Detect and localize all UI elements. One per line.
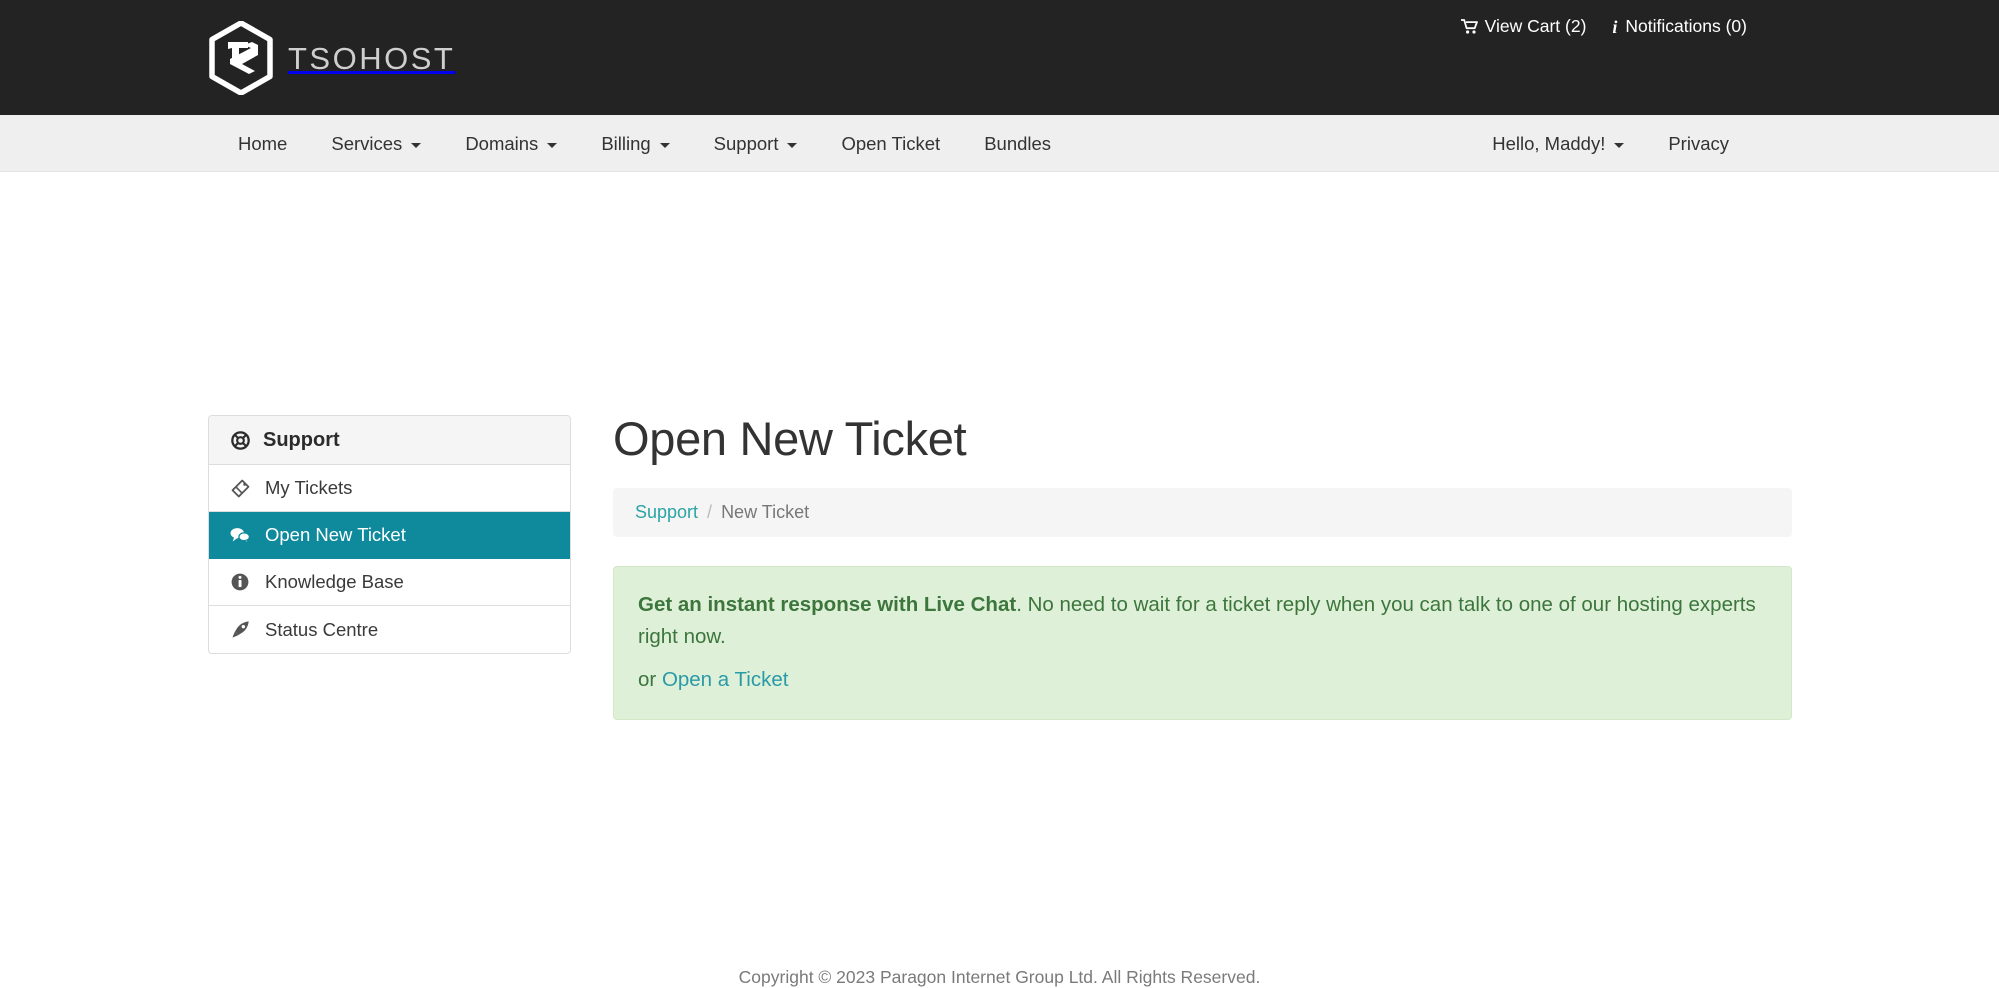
nav-item-account-menu[interactable]: Hello, Maddy! [1470, 115, 1646, 172]
nav-item-support[interactable]: Support [692, 115, 820, 172]
brand-logo-link[interactable]: TSOHOST [208, 18, 455, 98]
nav-item-privacy[interactable]: Privacy [1646, 115, 1751, 172]
footer: Copyright © 2023 Paragon Internet Group … [0, 967, 1999, 988]
comments-icon [229, 526, 251, 544]
main-content: Open New Ticket Support / New Ticket Get… [613, 412, 1792, 721]
breadcrumb-separator: / [707, 502, 713, 522]
alert-message: Get an instant response with Live Chat. … [638, 589, 1767, 653]
ticket-icon [229, 479, 251, 498]
brand-name: TSOHOST [288, 40, 456, 76]
chevron-down-icon [1614, 142, 1625, 148]
shopping-cart-icon [1460, 19, 1478, 34]
sidebar-item-label: Knowledge Base [265, 571, 404, 592]
nav-account-items: Hello, Maddy! Privacy [1470, 115, 1751, 172]
page-body: Support My Tickets Open New Ticket Knowl… [0, 172, 1999, 987]
nav-item-billing[interactable]: Billing [579, 115, 691, 172]
life-ring-icon [229, 430, 251, 450]
sidebar-item-my-tickets[interactable]: My Tickets [209, 465, 570, 512]
nav-item-label: Services [331, 132, 403, 154]
site-header: TSOHOST View Cart (2) i Notifications (0… [0, 0, 1999, 115]
alert-or-prefix: or [638, 667, 662, 691]
sidebar-item-knowledge-base[interactable]: Knowledge Base [209, 559, 570, 606]
main-navigation: Home Services Domains Billing Support Op… [0, 115, 1999, 172]
view-cart-label: View Cart (2) [1484, 16, 1587, 36]
info-icon: i [1612, 16, 1618, 37]
nav-primary-items: Home Services Domains Billing Support Op… [216, 115, 1073, 172]
sidebar-item-status-centre[interactable]: Status Centre [209, 606, 570, 653]
breadcrumb-current: New Ticket [721, 502, 810, 522]
support-sidebar: Support My Tickets Open New Ticket Knowl… [208, 415, 571, 654]
sidebar-item-open-new-ticket[interactable]: Open New Ticket [209, 512, 570, 559]
open-a-ticket-link[interactable]: Open a Ticket [662, 668, 788, 691]
nav-item-home[interactable]: Home [216, 115, 309, 172]
rocket-icon [229, 620, 251, 639]
page-title: Open New Ticket [613, 412, 967, 465]
sidebar-header: Support [209, 416, 570, 465]
sidebar-item-label: Status Centre [265, 618, 379, 640]
live-chat-alert: Get an instant response with Live Chat. … [613, 566, 1792, 721]
nav-item-bundles[interactable]: Bundles [962, 115, 1073, 172]
notifications-label: Notifications (0) [1625, 16, 1747, 36]
alert-headline: Get an instant response with Live Chat [638, 593, 1017, 616]
nav-item-label: Home [238, 132, 288, 154]
nav-item-label: Support [713, 132, 779, 154]
copyright-text: Copyright © 2023 Paragon Internet Group … [738, 967, 1261, 987]
nav-item-services[interactable]: Services [309, 115, 443, 172]
nav-item-label: Open Ticket [841, 132, 941, 154]
header-utility-links: View Cart (2) i Notifications (0) [1460, 16, 1747, 37]
nav-item-label: Billing [601, 132, 651, 154]
chevron-down-icon [659, 142, 670, 148]
view-cart-link[interactable]: View Cart (2) [1460, 16, 1587, 37]
notifications-link[interactable]: i Notifications (0) [1612, 16, 1747, 37]
account-greeting-label: Hello, Maddy! [1492, 132, 1606, 154]
nav-item-open-ticket[interactable]: Open Ticket [819, 115, 962, 172]
sidebar-header-label: Support [263, 428, 340, 451]
nav-item-domains[interactable]: Domains [443, 115, 579, 172]
breadcrumb: Support / New Ticket [613, 488, 1792, 537]
nav-item-label: Privacy [1668, 132, 1729, 154]
chevron-down-icon [411, 142, 422, 148]
sidebar-item-label: My Tickets [265, 477, 353, 498]
breadcrumb-item-support[interactable]: Support [635, 502, 698, 523]
chevron-down-icon [787, 142, 798, 148]
nav-item-label: Bundles [984, 132, 1052, 154]
sidebar-item-label: Open New Ticket [265, 524, 406, 545]
tsohost-hexagon-logo-icon [208, 21, 274, 95]
info-circle-icon [229, 573, 251, 591]
nav-item-label: Domains [465, 132, 539, 154]
alert-secondary-line: or Open a Ticket [638, 664, 1767, 696]
chevron-down-icon [547, 142, 558, 148]
